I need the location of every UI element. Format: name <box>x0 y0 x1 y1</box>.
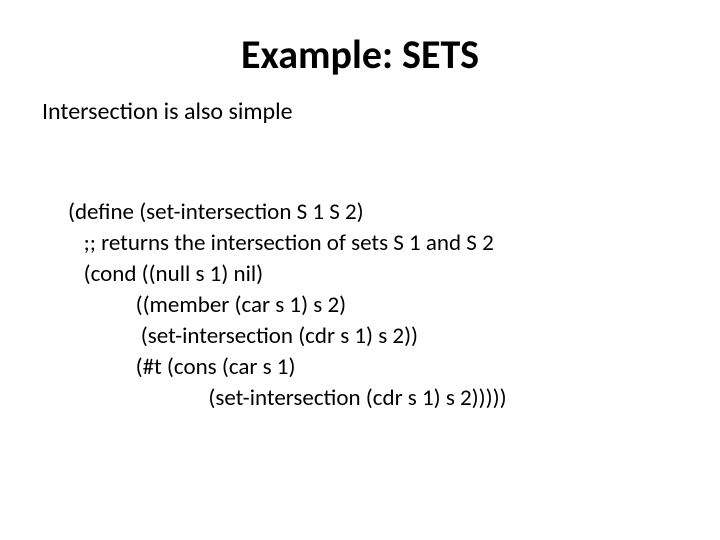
code-line: (set-intersection (cdr s 1) s 2))))) <box>68 384 507 412</box>
code-block: (define (set-intersection S 1 S 2) ;; re… <box>68 166 680 414</box>
slide: Example: SETS Intersection is also simpl… <box>0 0 720 540</box>
code-line: (define (set-intersection S 1 S 2) <box>68 198 364 226</box>
code-line: ((member (car s 1) s 2) <box>68 291 346 319</box>
code-line: (#t (cons (car s 1) <box>68 353 295 381</box>
code-line: ;; returns the intersection of sets S 1 … <box>68 229 494 257</box>
slide-title: Example: SETS <box>40 30 680 79</box>
code-line: (cond ((null s 1) nil) <box>68 260 263 288</box>
code-line: (set-intersection (cdr s 1) s 2)) <box>68 322 418 350</box>
slide-subtitle: Intersection is also simple <box>42 97 680 126</box>
